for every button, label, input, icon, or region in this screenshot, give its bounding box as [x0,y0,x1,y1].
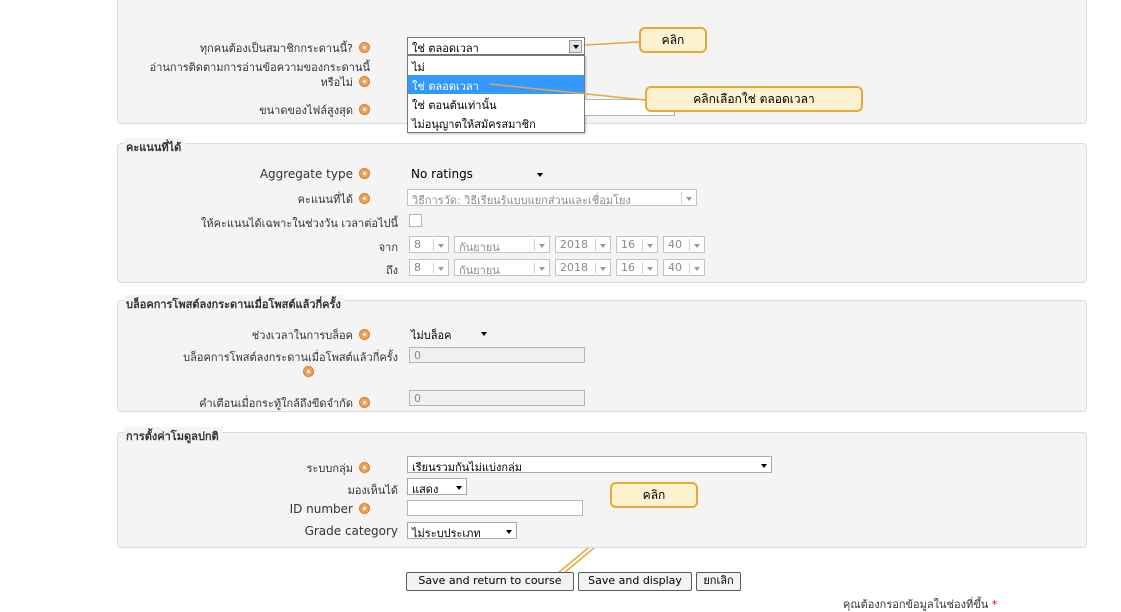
chevron-down-icon [761,464,767,468]
chevron-down-icon [537,173,543,177]
warn-threshold-label: คำเตือนเมื่อกระทู้ใกล้ถึงขีดจำกัด [110,394,370,412]
callout-choose-always: คลิกเลือกใช่ ตลอดเวลา [645,86,863,112]
blocking-legend: บล็อคการโพสต์ลงกระดานเมื่อโพสต์แล้วกี่คร… [124,295,345,313]
aggregate-select[interactable]: No ratings [407,166,547,183]
common-legend: การตั้งค่าโมดูลปกติ [124,427,223,445]
scale-select[interactable]: วิธีการวัด: วิธีเรียนรู้แบบแยกส่วนและเชื… [407,189,697,206]
callout-click-dropdown: คลิก [639,27,707,53]
gradecat-select[interactable]: ไม่ระบุประเภท [407,522,517,539]
restrict-checkbox[interactable] [409,214,422,227]
chevron-down-icon [506,530,512,534]
chevron-down-icon [456,486,462,490]
from-year-select[interactable]: 2018 [555,236,611,253]
scale-label: คะแนนที่ได้ [170,190,370,208]
callout-click-save: คลิก [610,482,698,508]
block-threshold-label: บล็อคการโพสต์ลงกระดานเมื่อโพสต์แล้วกี่คร… [110,350,398,380]
help-icon[interactable] [359,503,370,514]
chevron-down-icon [481,332,487,336]
to-label: ถึง [385,264,398,277]
idnumber-input[interactable] [407,500,583,516]
aggregate-label: Aggregate type [170,167,370,181]
save-return-button[interactable]: Save and return to course [406,572,574,591]
help-icon[interactable] [359,168,370,179]
groupmode-label: ระบบกลุ่ม [170,459,370,477]
chevron-down-icon [686,197,692,201]
ratings-legend: คะแนนที่ได้ [124,138,186,156]
from-day-select[interactable]: 8 [409,236,449,253]
from-hour-select[interactable]: 16 [616,236,658,253]
help-icon[interactable] [303,366,314,377]
help-icon[interactable] [359,329,370,340]
idnumber-label: ID number [170,502,370,516]
help-icon[interactable] [359,193,370,204]
to-day-select[interactable]: 8 [409,259,449,276]
save-display-button[interactable]: Save and display [578,572,692,591]
block-period-label: ช่วงเวลาในการบล็อค [170,326,370,344]
cancel-button[interactable]: ยกเลิก [696,572,741,591]
help-icon[interactable] [359,397,370,408]
to-year-select[interactable]: 2018 [555,259,611,276]
from-month-select[interactable]: กันยายน [454,236,550,253]
block-period-select[interactable]: ไม่บล็อค [407,325,491,342]
to-hour-select[interactable]: 16 [616,259,658,276]
from-label: จาก [378,241,398,254]
block-threshold-input[interactable]: 0 [409,347,585,363]
groupmode-select[interactable]: เรียนรวมกันไม่แบ่งกลุ่ม [407,456,772,473]
warn-threshold-input[interactable]: 0 [409,390,585,406]
visible-label: มองเห็นได้ [347,484,398,497]
to-minute-select[interactable]: 40 [663,259,705,276]
required-note: คุณต้องกรอกข้อมูลในช่องที่ขึ้น * [843,598,998,611]
from-minute-select[interactable]: 40 [663,236,705,253]
help-icon[interactable] [359,462,370,473]
visible-select[interactable]: แสดง [407,478,467,495]
gradecat-label: Grade category [304,524,398,538]
to-month-select[interactable]: กันยายน [454,259,550,276]
required-star-icon: * [991,598,998,611]
restrict-label: ให้คะแนนได้เฉพาะในช่วงวัน เวลาต่อไปนี้ [200,217,398,230]
